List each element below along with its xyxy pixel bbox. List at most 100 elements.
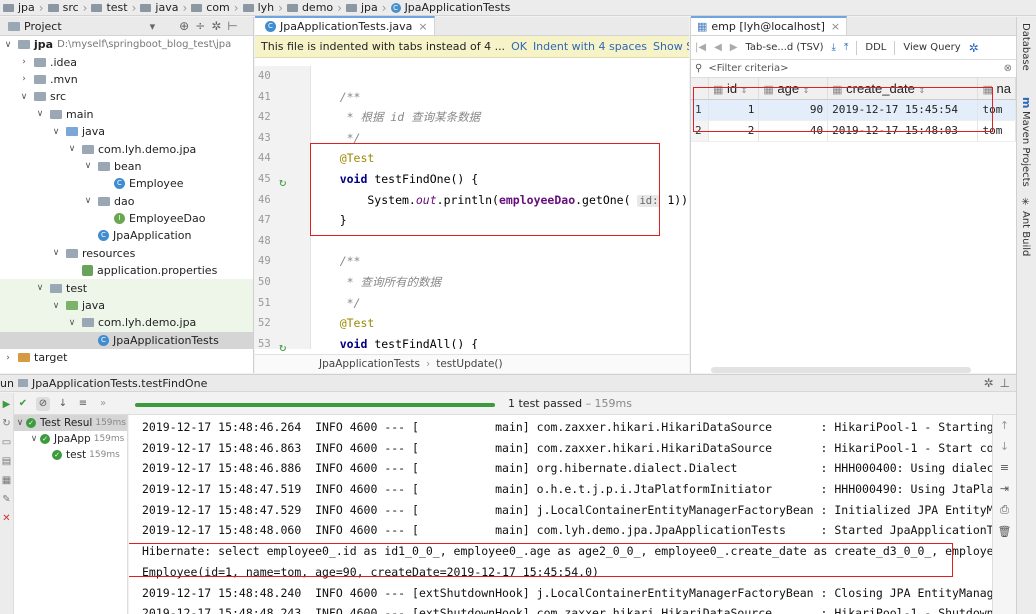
test-tree-root[interactable]: ∨ ✓ Test Resul 159ms [14,415,127,431]
tool-ant-build[interactable]: Ant Build [1020,211,1031,256]
expanded-arrow-icon[interactable]: ∨ [66,144,78,154]
tree-item[interactable]: ∨ test [0,279,253,297]
export-icon[interactable]: ⤓ [832,42,836,53]
expanded-arrow-icon[interactable]: ∨ [50,301,62,311]
cell-create-date[interactable]: 2019-12-17 15:48:03 [827,120,979,142]
breadcrumb-item[interactable]: C JpaApplicationTests [388,1,514,14]
breadcrumb-item[interactable]: lyh [240,1,278,14]
sort-icon[interactable]: ⇕ [918,86,925,95]
tree-item[interactable]: › .mvn [0,71,253,88]
scroll-end-icon[interactable]: ⇥ [993,482,1016,495]
dropdown-arrow-icon[interactable]: ▾ [150,20,156,33]
sort-duration-icon[interactable]: ≡ [76,397,90,411]
ddl-button[interactable]: DDL [865,42,886,53]
collapsed-arrow-icon[interactable]: › [18,57,30,67]
column-header-name[interactable]: ▦ na [977,78,1016,100]
expanded-arrow-icon[interactable]: ∨ [82,161,94,171]
tree-item[interactable]: I EmployeeDao [0,210,253,227]
tree-item[interactable]: ∨ dao [0,193,253,210]
cell-create-date[interactable]: 2019-12-17 15:45:54 [827,99,979,121]
tree-item[interactable]: › target [0,349,253,366]
breadcrumb-item[interactable]: jpa [343,1,381,14]
scroll-up-icon[interactable]: ↑ [993,419,1016,432]
sort-icon[interactable]: ⇕ [803,86,810,95]
filter-bar[interactable]: ⚲ <Filter criteria> ⊗ [691,60,1016,78]
scroll-down-icon[interactable]: ↓ [993,440,1016,453]
sort-alpha-icon[interactable]: ↓ [56,397,70,411]
footer-class[interactable]: JpaApplicationTests [319,358,420,370]
tree-item[interactable]: ∨ com.lyh.demo.jpa [0,140,253,157]
soft-wrap-icon[interactable]: ≡ [993,461,1016,474]
tree-item[interactable]: C Employee [0,175,253,192]
tree-item[interactable]: ∨ src [0,88,253,105]
next-page-icon[interactable]: ▶ [730,42,738,53]
settings-gear-icon[interactable]: ✲ [983,376,993,390]
close-db-tab-icon[interactable]: × [831,20,840,33]
tree-item[interactable]: ∨ resources [0,245,253,262]
tree-item[interactable]: ∨ com.lyh.demo.jpa [0,314,253,332]
more-icon[interactable]: » [96,397,110,411]
expand-arrow-icon[interactable]: ∨ [28,434,40,444]
tree-item[interactable]: › .idea [0,53,253,70]
settings-gear-icon[interactable]: ✲ [211,19,221,33]
tool-maven-projects[interactable]: Maven Projects [1020,111,1031,187]
tree-item[interactable]: ∨ jpa D:\myself\springboot_blog_test\jpa [0,36,253,53]
filter-input[interactable]: <Filter criteria> [708,63,788,74]
expanded-arrow-icon[interactable]: ∨ [34,109,46,119]
project-panel-header[interactable]: Project ▾ ⊕ ÷ ✲ ⊢ [0,17,253,36]
cell-age[interactable]: 40 [758,120,829,142]
layout-icon[interactable]: ▤ [0,456,13,467]
tree-item[interactable]: C JpaApplication [0,227,253,244]
table-row[interactable]: 2 2 40 2019-12-17 15:48:03 tom [691,120,1016,142]
export-icon[interactable]: ▦ [0,475,13,486]
expand-arrow-icon[interactable]: ∨ [14,418,26,428]
tree-item[interactable]: ∨ java [0,296,253,315]
breadcrumb-item[interactable]: demo [284,1,336,14]
close-tab-icon[interactable]: × [418,20,427,33]
cell-id[interactable]: 1 [708,99,760,121]
expanded-arrow-icon[interactable]: ∨ [50,127,62,137]
column-header-age[interactable]: ▦ age ⇕ [758,78,829,100]
prev-page-icon[interactable]: ◀ [714,42,722,53]
view-query-button[interactable]: View Query [903,42,960,53]
first-page-icon[interactable]: |◀ [695,42,706,53]
hide-panel-icon[interactable]: ⊥ [1000,376,1010,390]
expanded-arrow-icon[interactable]: ∨ [2,40,14,50]
passed-filter-icon[interactable]: ✔ [16,397,30,411]
hide-panel-icon[interactable]: ⊢ [227,19,237,33]
footer-method[interactable]: testUpdate() [436,358,502,370]
clear-icon[interactable]: 🗑 [993,525,1016,538]
ignored-filter-icon[interactable]: ⊘ [36,396,50,411]
test-tree-class[interactable]: ∨ ✓ JpaApp 159ms [14,431,127,447]
import-icon[interactable]: ⤒ [844,42,848,53]
breadcrumb-item[interactable]: jpa [0,1,38,14]
column-header-create-date[interactable]: ▦ create_date ⇕ [827,78,979,100]
test-tree-method[interactable]: ✓ test 159ms [14,447,127,463]
tree-item[interactable]: application.properties [0,262,253,279]
breadcrumb-item[interactable]: java [137,1,181,14]
tree-item[interactable]: ∨ bean [0,158,253,175]
horizontal-scrollbar[interactable] [711,367,971,373]
indent-spaces-link[interactable]: Indent with 4 spaces [533,40,647,53]
tool-database[interactable]: Database [1020,23,1031,71]
collapsed-arrow-icon[interactable]: › [18,74,30,84]
table-row[interactable]: 1 1 90 2019-12-17 15:45:54 tom [691,99,1016,121]
cell-name[interactable]: tom [977,99,1016,121]
breadcrumb-item[interactable]: com [188,1,233,14]
debug-icon[interactable]: ✎ [0,494,13,505]
expanded-arrow-icon[interactable]: ∨ [34,283,46,293]
collapse-icon[interactable]: ÷ [195,19,205,33]
tree-item[interactable]: ∨ main [0,106,253,123]
column-header-id[interactable]: ▦ id ⇕ [708,78,760,100]
settings-gear-icon[interactable]: ✲ [969,41,979,55]
show-settings-link[interactable]: Show Settings [653,40,689,53]
tab-emp-table[interactable]: ▦ emp [lyh@localhost] × [691,16,848,35]
tab-jpa-application-tests[interactable]: C JpaApplicationTests.java × [255,16,435,35]
collapsed-arrow-icon[interactable]: › [2,353,14,363]
expanded-arrow-icon[interactable]: ∨ [66,318,78,328]
toggle-icon[interactable]: ▭ [0,437,13,448]
sync-icon[interactable]: ⊕ [179,19,189,33]
breadcrumb-item[interactable]: test [88,1,130,14]
tree-item[interactable]: ∨ java [0,123,253,140]
cell-name[interactable]: tom [977,120,1016,142]
